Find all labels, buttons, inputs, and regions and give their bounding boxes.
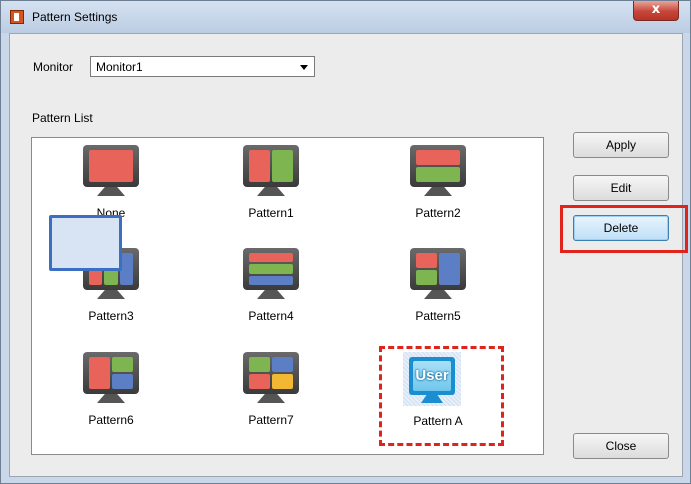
pattern-settings-window: Pattern Settings x Monitor Monitor1 Patt… bbox=[0, 0, 691, 484]
pattern-item-label: Pattern3 bbox=[88, 309, 134, 323]
pattern-item-label: Pattern6 bbox=[88, 413, 134, 427]
monitor-select[interactable]: Monitor1 bbox=[90, 56, 315, 77]
pattern-item-pattern5[interactable]: Pattern5 bbox=[383, 240, 493, 330]
monitor-icon bbox=[83, 352, 139, 404]
pattern-item-pattern4[interactable]: Pattern4 bbox=[216, 240, 326, 330]
pattern-item-label: Pattern7 bbox=[248, 413, 294, 427]
monitor-icon bbox=[243, 248, 299, 300]
close-window-button[interactable]: x bbox=[633, 1, 679, 21]
pattern-item-pattern2[interactable]: Pattern2 bbox=[383, 137, 493, 227]
title-bar[interactable]: Pattern Settings x bbox=[1, 1, 690, 33]
annotation-delete-highlight bbox=[560, 205, 688, 253]
monitor-select-value: Monitor1 bbox=[96, 60, 143, 74]
pattern-item-pattern6[interactable]: Pattern6 bbox=[56, 344, 166, 434]
monitor-icon bbox=[410, 145, 466, 197]
monitor-icon bbox=[83, 145, 139, 197]
pattern-item-label: Pattern4 bbox=[248, 309, 294, 323]
pattern-item-label: Pattern5 bbox=[415, 309, 461, 323]
close-button[interactable]: Close bbox=[573, 433, 669, 459]
dropdown-arrow-icon[interactable] bbox=[300, 65, 308, 70]
pattern-item-pattern7[interactable]: Pattern7 bbox=[216, 344, 326, 434]
monitor-icon bbox=[410, 248, 466, 300]
pattern-list-label: Pattern List bbox=[32, 111, 93, 125]
monitor-icon bbox=[243, 145, 299, 197]
apply-button[interactable]: Apply bbox=[573, 132, 669, 158]
window-title: Pattern Settings bbox=[32, 10, 118, 24]
pattern-selection-highlight bbox=[49, 215, 122, 271]
annotation-dashed-highlight bbox=[379, 346, 504, 446]
pattern-item-label: Pattern2 bbox=[415, 206, 461, 220]
monitor-label: Monitor bbox=[33, 60, 74, 74]
monitor-icon bbox=[243, 352, 299, 404]
edit-button[interactable]: Edit bbox=[573, 175, 669, 201]
pattern-item-pattern1[interactable]: Pattern1 bbox=[216, 137, 326, 227]
app-icon bbox=[10, 10, 24, 24]
pattern-item-none[interactable]: None bbox=[56, 137, 166, 227]
pattern-item-label: Pattern1 bbox=[248, 206, 294, 220]
